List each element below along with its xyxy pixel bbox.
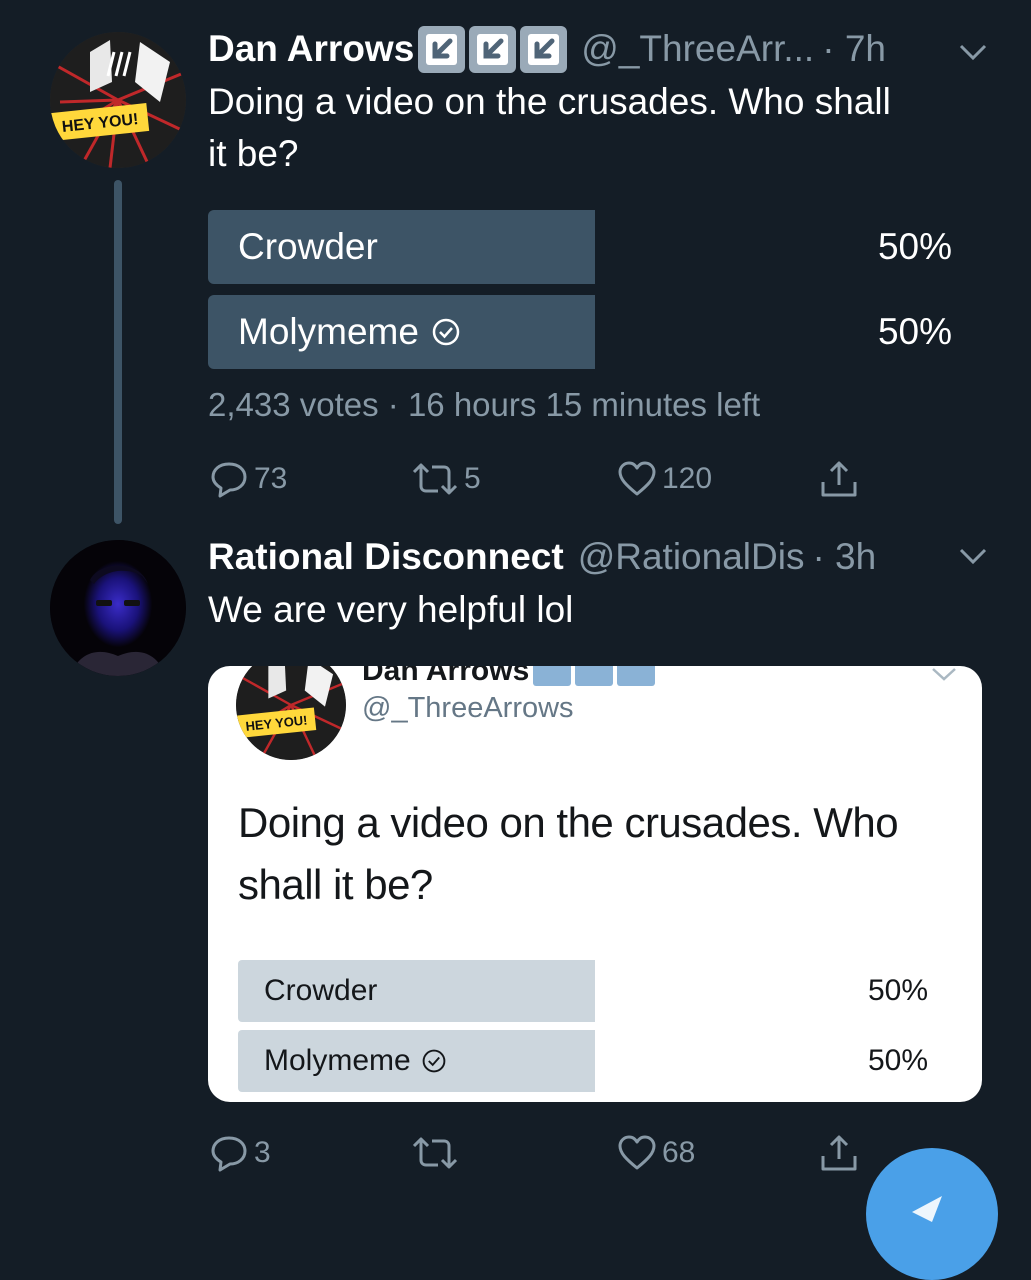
- chevron-down-icon: [932, 668, 956, 681]
- poll-meta: 2,433 votes · 16 hours 15 minutes left: [208, 386, 761, 423]
- compose-tweet-button[interactable]: [866, 1148, 998, 1280]
- arrow-badge-icon: [533, 666, 572, 686]
- poll-option-percent: 50%: [867, 974, 928, 1007]
- like-button[interactable]: 120: [616, 458, 712, 500]
- poll-option-percent: 50%: [877, 226, 952, 267]
- handle[interactable]: @RationalDis: [578, 536, 805, 578]
- avatar[interactable]: [50, 540, 186, 676]
- tweet-text-line: Doing a video on the crusades. Who shall: [208, 81, 891, 122]
- poll-option-label: Molymeme: [264, 1044, 411, 1077]
- embed-tweet-text: Doing a video on the crusades. Who shall…: [238, 792, 958, 916]
- heart-icon: [618, 461, 656, 496]
- handle[interactable]: @_ThreeArr...: [581, 28, 814, 70]
- share-icon: [821, 1135, 857, 1171]
- embed-header: Dan Arrows: [362, 666, 656, 688]
- share-icon: [821, 461, 857, 497]
- embed-poll-option-molymeme: Molymeme 50%: [238, 1030, 928, 1092]
- embed-avatar: HEY YOU!: [236, 666, 346, 760]
- poll-option-label: Crowder: [264, 974, 378, 1007]
- avatar-image: HEY YOU!: [236, 666, 346, 760]
- arrow-badge-icon: [520, 25, 568, 73]
- tweet-text: We are very helpful lol: [208, 589, 574, 630]
- thread-line: [114, 180, 122, 524]
- reply-count: 73: [254, 462, 288, 495]
- embed-text-line: Doing a video on the crusades. Who: [238, 799, 899, 846]
- like-button[interactable]: 68: [616, 1132, 695, 1174]
- heart-icon: [618, 1135, 656, 1170]
- retweet-button[interactable]: 5: [410, 458, 481, 500]
- retweet-icon: [412, 1137, 458, 1169]
- arrow-badge-icon: [469, 25, 517, 73]
- timestamp[interactable]: · 7h: [822, 28, 886, 70]
- chevron-down-icon[interactable]: [958, 546, 988, 566]
- check-circle-icon: [422, 1049, 446, 1073]
- avatar-image: HEY YOU!: [50, 32, 186, 168]
- poll-option-label-wrap: Molymeme: [264, 1030, 447, 1092]
- poll-option-label: Crowder: [238, 226, 378, 267]
- reply-button[interactable]: 73: [208, 458, 287, 500]
- embed-poll-option-crowder: Crowder 50%: [238, 960, 928, 1022]
- share-button[interactable]: [818, 458, 860, 500]
- avatar[interactable]: HEY YOU!: [50, 32, 186, 168]
- retweet-count: 5: [464, 462, 481, 495]
- reply-count: 3: [254, 1136, 271, 1169]
- arrow-badge-icon: [617, 666, 656, 686]
- poll-option-label-wrap: Molymeme: [238, 295, 461, 369]
- retweet-button[interactable]: [410, 1132, 464, 1174]
- timestamp[interactable]: · 3h: [812, 536, 876, 578]
- share-button[interactable]: [818, 1132, 860, 1174]
- embed-display-name: Dan Arrows: [362, 666, 530, 687]
- reply-icon: [211, 1136, 247, 1172]
- poll-option-percent: 50%: [867, 1044, 928, 1077]
- tweet-header: Dan Arrows @_ThreeArr... · 7h: [208, 25, 886, 73]
- embedded-image[interactable]: HEY YOU! Dan Arrows @_ThreeArrows Doing …: [208, 666, 982, 1102]
- poll-option-crowder: Crowder 50%: [208, 210, 954, 284]
- poll-option-percent: 50%: [877, 311, 952, 352]
- chevron-down-icon[interactable]: [958, 42, 988, 62]
- embed-text-line: shall it be?: [238, 861, 433, 908]
- tweet-header: Rational Disconnect @RationalDis · 3h: [208, 534, 876, 580]
- reply-button[interactable]: 3: [208, 1132, 271, 1174]
- arrow-badge-icon: [575, 666, 614, 686]
- like-count: 68: [662, 1136, 696, 1169]
- compose-icon: [912, 1196, 942, 1222]
- reply-icon: [211, 462, 247, 498]
- poll-option-label: Molymeme: [238, 311, 419, 352]
- check-circle-icon: [432, 318, 460, 346]
- display-name[interactable]: Rational Disconnect: [208, 536, 564, 578]
- tweet-text-line: it be?: [208, 133, 299, 174]
- poll-option-molymeme: Molymeme 50%: [208, 295, 954, 369]
- retweet-icon: [412, 463, 458, 495]
- display-name[interactable]: Dan Arrows: [208, 28, 414, 70]
- like-count: 120: [662, 462, 713, 495]
- embed-handle: @_ThreeArrows: [362, 692, 574, 724]
- arrow-badge-icon: [418, 25, 466, 73]
- avatar-image: [50, 540, 186, 676]
